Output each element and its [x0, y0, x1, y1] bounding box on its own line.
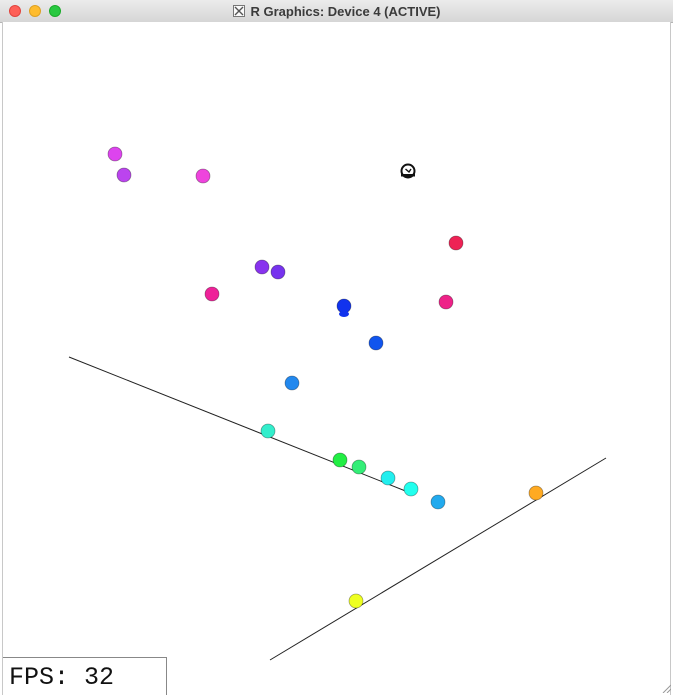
ball-trail: [339, 311, 349, 317]
ball: [403, 481, 419, 497]
fps-label: FPS:: [9, 663, 70, 692]
fps-counter: FPS: 32: [3, 657, 167, 695]
fps-value: 32: [84, 663, 115, 692]
ball: [204, 286, 220, 302]
platform-line-lower: [269, 457, 607, 661]
scene-svg: [68, 146, 607, 661]
ball: [351, 459, 367, 475]
balls-group: [107, 146, 544, 609]
ball: [368, 335, 384, 351]
ball: [332, 452, 348, 468]
ball: [270, 264, 286, 280]
ball: [254, 259, 270, 275]
r-graphics-window: R Graphics: Device 4 (ACTIVE) FPS: 32: [0, 0, 673, 695]
ball: [348, 593, 364, 609]
ball: [430, 494, 446, 510]
x11-icon: [232, 5, 245, 17]
ball: [107, 146, 123, 162]
title-bar[interactable]: R Graphics: Device 4 (ACTIVE): [0, 0, 673, 23]
ball: [116, 167, 132, 183]
ball: [336, 298, 352, 314]
ball: [438, 294, 454, 310]
ball: [284, 375, 300, 391]
ball: [528, 485, 544, 501]
window-title: R Graphics: Device 4 (ACTIVE): [250, 3, 441, 19]
ball: [448, 235, 464, 251]
resize-grip-icon[interactable]: [661, 683, 671, 693]
ball: [260, 423, 276, 439]
ball: [195, 168, 211, 184]
mouse-cursor-icon: [400, 163, 416, 179]
graphics-device-canvas[interactable]: [2, 22, 671, 695]
ball: [380, 470, 396, 486]
